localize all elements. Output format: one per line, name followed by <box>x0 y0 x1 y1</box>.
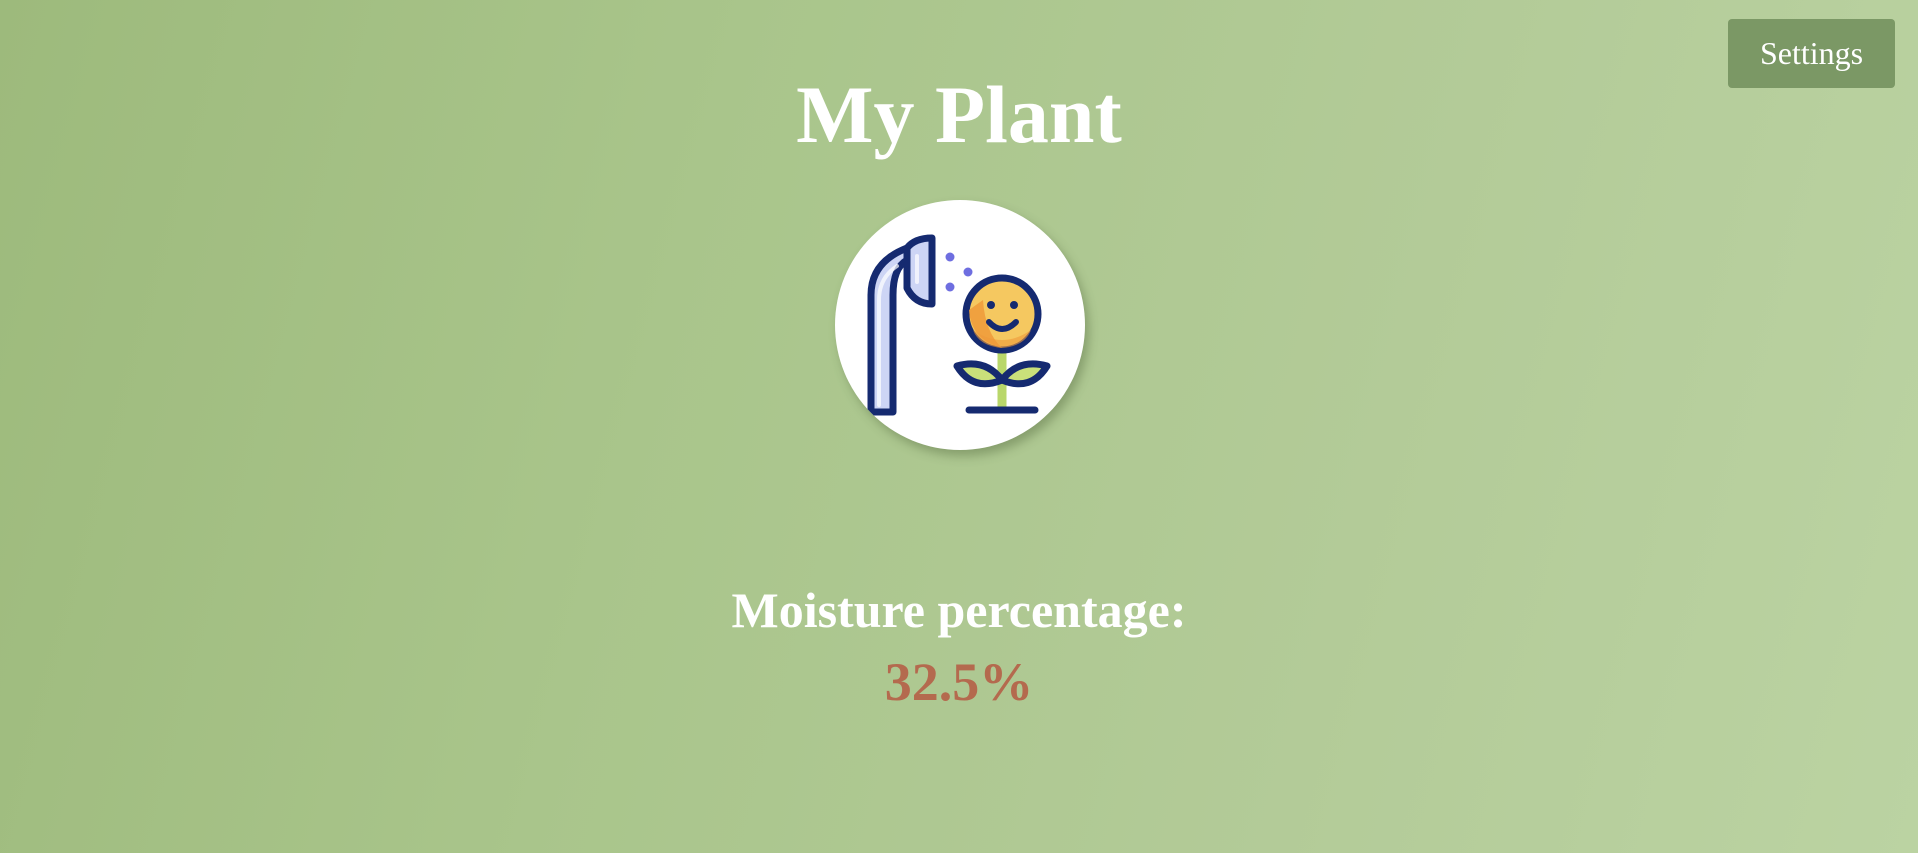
plant-avatar <box>835 200 1085 450</box>
moisture-label: Moisture percentage: <box>731 582 1187 638</box>
moisture-value: 32.5% <box>884 652 1034 712</box>
watering-plant-icon <box>867 234 1051 416</box>
page-title: My Plant <box>796 69 1122 160</box>
